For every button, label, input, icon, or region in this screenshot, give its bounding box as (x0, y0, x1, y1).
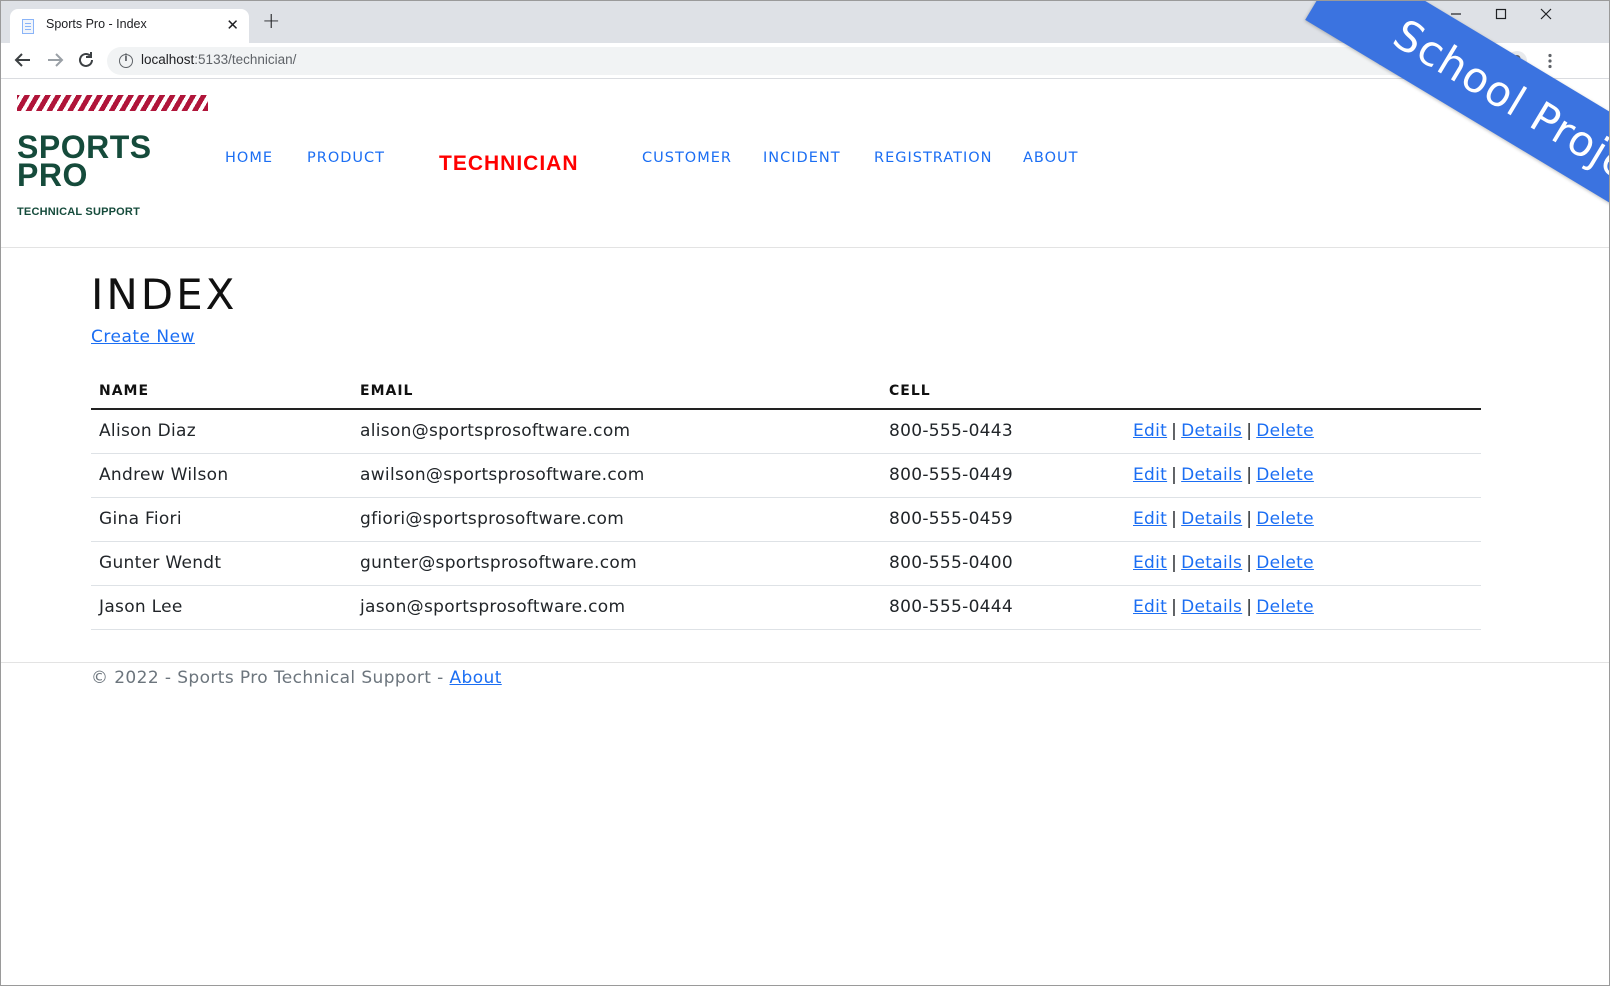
details-link[interactable]: Details (1181, 597, 1242, 617)
logo-stripes (17, 95, 208, 111)
site-header: SPORTS PRO TECHNICAL SUPPORT HOME PRODUC… (1, 80, 1609, 248)
browser-window: Sports Pro - Index ✕ + localhost:5133/ (0, 0, 1610, 986)
technician-cell: 800-555-0400 (881, 541, 1125, 586)
edit-link[interactable]: Edit (1133, 509, 1167, 529)
table-row: Gunter Wendt gunter@sportsprosoftware.com… (91, 541, 1481, 586)
address-bar[interactable]: localhost:5133/technician/ (107, 47, 1407, 75)
table-header-row: NAME EMAIL CELL (91, 373, 1481, 410)
column-header-actions (1125, 373, 1481, 410)
table-row: Gina Fiori gfiori@sportsprosoftware.com 80… (91, 497, 1481, 542)
technician-email: gfiori@sportsprosoftware.com (352, 497, 881, 542)
site-footer: © 2022 - Sports Pro Technical Support - … (1, 662, 1609, 702)
technician-email: gunter@sportsprosoftware.com (352, 541, 881, 586)
details-link[interactable]: Details (1181, 509, 1242, 529)
tab-title: Sports Pro - Index (46, 17, 147, 31)
nav-customer[interactable]: CUSTOMER (642, 150, 732, 166)
table-row: Alison Diaz alison@sportsprosoftware.com 8… (91, 409, 1481, 454)
nav-home[interactable]: HOME (225, 150, 273, 166)
edit-link[interactable]: Edit (1133, 597, 1167, 617)
action-separator: | (1246, 509, 1253, 529)
details-link[interactable]: Details (1181, 553, 1242, 573)
edit-link[interactable]: Edit (1133, 421, 1167, 441)
action-separator: | (1246, 553, 1253, 573)
logo-text-pro: PRO (17, 157, 88, 193)
delete-link[interactable]: Delete (1256, 509, 1314, 529)
action-separator: | (1246, 465, 1253, 485)
nav-about[interactable]: ABOUT (1023, 150, 1079, 166)
technician-table: NAME EMAIL CELL Alison Diaz alison@sports… (91, 373, 1481, 630)
site-info-icon[interactable] (119, 53, 133, 68)
column-header-name: NAME (91, 373, 352, 410)
action-separator: | (1246, 421, 1253, 442)
row-actions: Edit | Details | Delete (1125, 409, 1481, 454)
footer-text: © 2022 - Sports Pro Technical Support - … (91, 668, 502, 688)
nav-incident[interactable]: INCIDENT (763, 150, 841, 166)
nav-technician[interactable]: TECHNICIAN (439, 152, 579, 176)
forward-icon[interactable] (43, 48, 67, 72)
more-menu-icon[interactable] (1541, 52, 1559, 70)
browser-tab[interactable]: Sports Pro - Index ✕ (10, 9, 249, 43)
footer-about-link[interactable]: About (450, 668, 502, 688)
technician-email: jason@sportsprosoftware.com (352, 585, 881, 630)
column-header-email: EMAIL (352, 373, 881, 410)
row-actions: Edit | Details | Delete (1125, 585, 1481, 630)
tab-close-icon[interactable]: ✕ (226, 15, 239, 35)
technician-cell: 800-555-0449 (881, 453, 1125, 498)
table-row: Andrew Wilson awilson@sportsprosoftware.c… (91, 453, 1481, 498)
edit-link[interactable]: Edit (1133, 553, 1167, 573)
reload-icon[interactable] (74, 48, 98, 72)
action-separator: | (1171, 509, 1178, 529)
delete-link[interactable]: Delete (1256, 553, 1314, 573)
edit-link[interactable]: Edit (1133, 465, 1167, 485)
close-window-icon[interactable] (1539, 7, 1553, 26)
technician-cell: 800-555-0443 (881, 409, 1125, 454)
delete-link[interactable]: Delete (1256, 465, 1314, 485)
row-actions: Edit | Details | Delete (1125, 497, 1481, 542)
logo-tagline: TECHNICAL SUPPORT (17, 206, 140, 218)
page-icon (22, 19, 34, 34)
technician-cell: 800-555-0444 (881, 585, 1125, 630)
details-link[interactable]: Details (1181, 465, 1242, 485)
maximize-icon[interactable] (1494, 7, 1508, 26)
new-tab-icon[interactable]: + (262, 11, 280, 33)
row-actions: Edit | Details | Delete (1125, 541, 1481, 586)
technician-email: alison@sportsprosoftware.com (352, 409, 881, 454)
technician-name: Gunter Wendt (91, 541, 352, 586)
action-separator: | (1171, 465, 1178, 485)
create-new-link[interactable]: Create New (91, 327, 195, 347)
column-header-cell: CELL (881, 373, 1125, 410)
technician-email: awilson@sportsprosoftware.com (352, 453, 881, 498)
technician-name: Andrew Wilson (91, 453, 352, 498)
technician-cell: 800-555-0459 (881, 497, 1125, 542)
technician-name: Alison Diaz (91, 409, 352, 454)
action-separator: | (1171, 597, 1178, 617)
action-separator: | (1171, 421, 1178, 442)
table-row: Jason Lee jason@sportsprosoftware.com 800-… (91, 585, 1481, 630)
row-actions: Edit | Details | Delete (1125, 453, 1481, 498)
action-separator: | (1171, 553, 1178, 573)
action-separator: | (1246, 597, 1253, 617)
nav-registration[interactable]: REGISTRATION (874, 150, 992, 166)
technician-name: Jason Lee (91, 585, 352, 630)
technician-name: Gina Fiori (91, 497, 352, 542)
delete-link[interactable]: Delete (1256, 421, 1314, 441)
details-link[interactable]: Details (1181, 421, 1242, 441)
url-text: localhost:5133/technician/ (141, 52, 297, 67)
back-icon[interactable] (11, 48, 35, 72)
nav-product[interactable]: PRODUCT (307, 150, 385, 166)
delete-link[interactable]: Delete (1256, 597, 1314, 617)
page-title: INDEX (91, 270, 238, 319)
